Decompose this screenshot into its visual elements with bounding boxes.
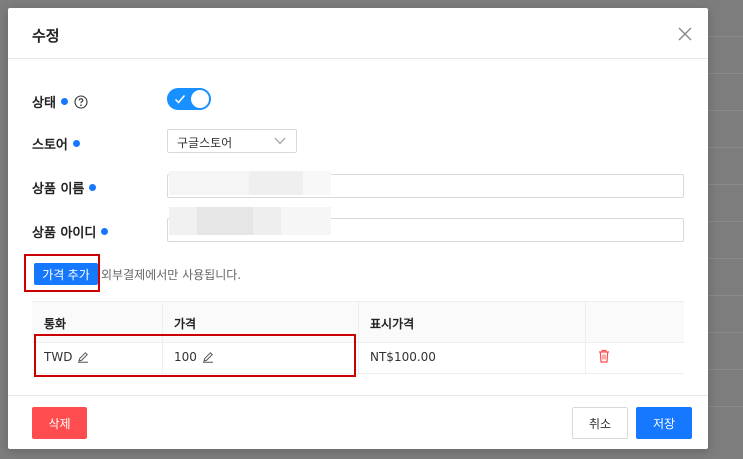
redacted-product-id: [169, 207, 331, 235]
background-table: [703, 0, 743, 459]
display-price-value: NT$100.00: [370, 350, 436, 364]
product-id-label-row: 상품 아이디: [32, 222, 109, 241]
product-name-label-row: 상품 이름: [32, 178, 97, 197]
cancel-button[interactable]: 취소: [572, 407, 628, 439]
status-toggle[interactable]: [167, 88, 211, 110]
store-select-value: 구글스토어: [177, 136, 233, 150]
toggle-knob: [191, 90, 209, 108]
chevron-down-icon: [274, 137, 286, 145]
product-name-label: 상품 이름: [32, 182, 85, 197]
add-price-button[interactable]: 가격 추가: [34, 263, 98, 285]
modal-title: 수정: [32, 27, 60, 45]
status-label: 상태: [32, 96, 56, 111]
required-dot: [60, 98, 68, 105]
status-label-row: 상태: [32, 92, 88, 111]
header-currency: 통화: [44, 317, 67, 331]
store-select[interactable]: 구글스토어: [167, 129, 297, 153]
external-payment-note: 외부결제에서만 사용됩니다.: [101, 268, 242, 282]
header-display-price: 표시가격: [370, 317, 415, 331]
product-id-label: 상품 아이디: [32, 226, 97, 241]
save-button[interactable]: 저장: [636, 407, 692, 439]
required-dot: [89, 184, 97, 191]
store-label: 스토어: [32, 138, 68, 153]
edit-modal: 수정 상태 스토어 구글스토어 상품 이름 상품 아이디 가격 추가 외부결제에…: [8, 8, 708, 449]
footer-divider: [8, 395, 708, 396]
question-icon[interactable]: [74, 94, 88, 109]
check-icon: [174, 95, 186, 104]
modal-header: 수정: [8, 8, 708, 59]
store-label-row: 스토어: [32, 134, 80, 153]
required-dot: [72, 140, 80, 147]
redacted-product-name: [169, 171, 331, 195]
delete-button[interactable]: 삭제: [32, 407, 87, 439]
cell-display-price: NT$100.00: [370, 350, 436, 364]
highlight-box-row: [34, 334, 356, 377]
trash-icon[interactable]: [598, 349, 610, 363]
required-dot: [101, 228, 109, 235]
header-price: 가격: [174, 317, 197, 331]
close-icon[interactable]: [676, 25, 694, 43]
